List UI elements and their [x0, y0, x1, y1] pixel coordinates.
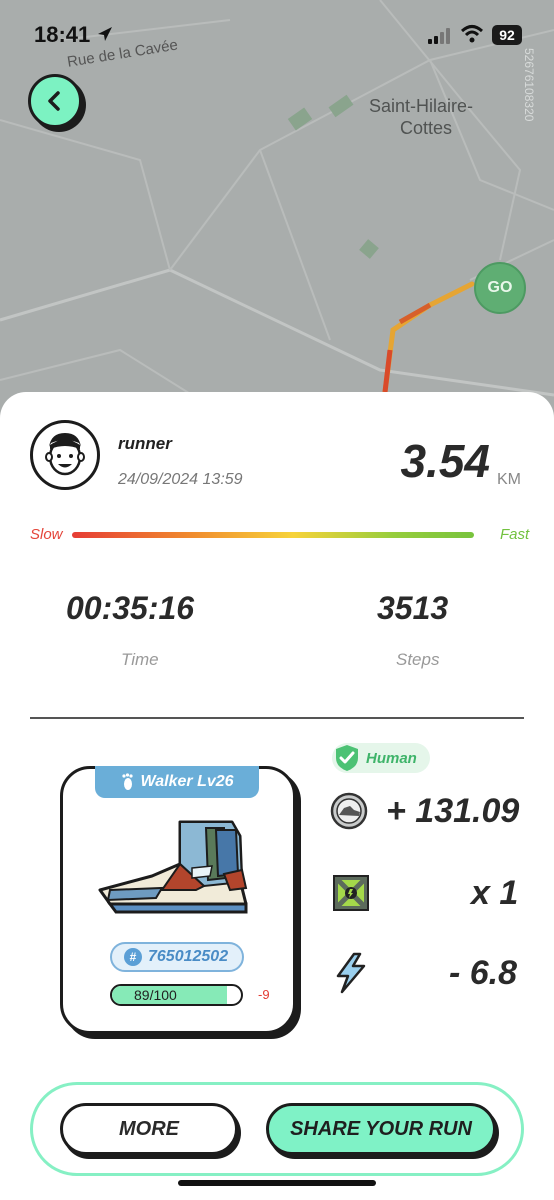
go-marker[interactable]: GO [474, 262, 526, 314]
steps-value: 3513 [377, 590, 449, 626]
wifi-icon [460, 25, 484, 43]
home-indicator[interactable] [178, 1180, 376, 1186]
time-value: 00:35:16 [66, 590, 195, 626]
share-run-button[interactable]: SHARE YOUR RUN [266, 1103, 496, 1155]
distance-unit: KM [497, 471, 521, 488]
pace-fast-label: Fast [500, 526, 530, 543]
status-time: 18:41 [34, 22, 91, 47]
pace-slow-label: Slow [30, 526, 63, 543]
sneaker-id: 765012502 [148, 948, 229, 965]
sneaker-coin-icon [330, 792, 368, 830]
location-arrow-icon [98, 27, 112, 41]
earned-value: + 131.09 [386, 792, 520, 830]
place-label-line1: Saint-Hilaire- [369, 96, 474, 116]
pace-gradient-bar [72, 532, 474, 538]
steps-label: Steps [396, 650, 440, 669]
box-count-value: x 1 [471, 874, 519, 912]
avatar[interactable] [30, 420, 100, 490]
status-bar: 18:41 92 [0, 0, 554, 70]
run-datetime: 24/09/2024 13:59 [118, 471, 243, 488]
durability-bar: 89/100 [110, 984, 243, 1006]
chevron-left-icon [48, 91, 60, 111]
human-badge: Human [332, 743, 430, 773]
divider [30, 717, 524, 719]
time-label: Time [121, 650, 159, 669]
hash-icon: # [124, 948, 142, 966]
distance-value: 3.54 [400, 435, 490, 487]
sneaker-type-tab: Walker Lv26 [95, 766, 259, 798]
more-button[interactable]: MORE [60, 1103, 238, 1155]
sneaker-image [98, 820, 248, 914]
human-badge-label: Human [366, 749, 417, 767]
sneaker-id-pill: # 765012502 [110, 942, 244, 972]
back-button[interactable] [28, 74, 82, 128]
mystery-box-icon [333, 875, 369, 911]
runner-face-icon [45, 433, 85, 476]
energy-bolt-icon [336, 952, 366, 994]
place-label-line2: Cottes [400, 118, 453, 138]
username: runner [118, 434, 172, 453]
footprint-icon [122, 773, 134, 790]
sneaker-type-level: Walker Lv26 [140, 773, 234, 790]
durability-delta: -9 [258, 987, 270, 1002]
battery-level: 92 [492, 25, 522, 45]
energy-spent-value: - 6.8 [449, 954, 518, 992]
cellular-signal-icon [428, 28, 450, 44]
durability-text: 89/100 [134, 987, 177, 1003]
shield-check-icon [336, 745, 358, 771]
